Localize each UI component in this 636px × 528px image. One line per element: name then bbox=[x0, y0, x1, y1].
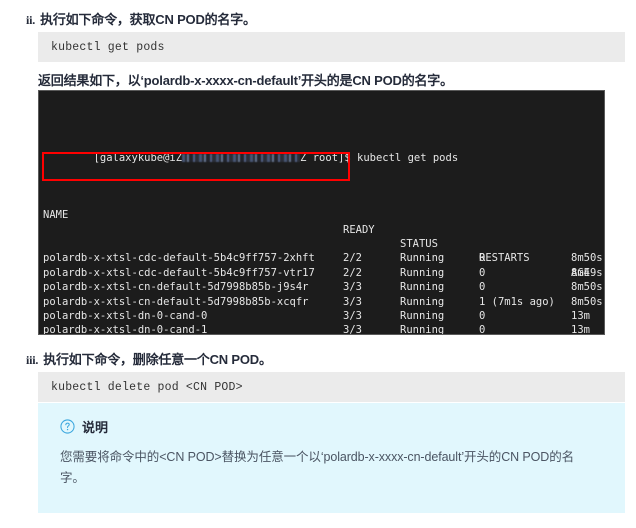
pod-status: Running bbox=[400, 252, 445, 265]
pod-ready: 2/2 bbox=[343, 252, 362, 265]
terminal-prompt-line: [galaxykube@iZ Z root]$ kubectl get pods bbox=[43, 136, 604, 164]
pod-ready: 3/3 bbox=[343, 281, 362, 294]
header-status: STATUS bbox=[400, 238, 438, 251]
step-marker-iii: iii. bbox=[26, 353, 39, 367]
code-block-delete-pod[interactable]: kubectl delete pod <CN POD> bbox=[38, 372, 625, 402]
pod-age: 8m49s bbox=[571, 266, 603, 279]
step-marker-ii: ii. bbox=[26, 13, 36, 27]
code-text-get-pods: kubectl get pods bbox=[51, 40, 165, 54]
note-box: 说明 您需要将命令中的<CN POD>替换为任意一个以‘polardb-x-xx… bbox=[38, 403, 625, 513]
pod-name: polardb-x-xtsl-cn-default-5d7998b85b-xcq… bbox=[43, 295, 309, 308]
code-block-get-pods[interactable]: kubectl get pods bbox=[38, 32, 625, 62]
terminal-pod-row: polardb-x-xtsl-dn-0-cand-1 3/3 Running 0 13m bbox=[43, 323, 604, 335]
pod-name: polardb-x-xtsl-cn-default-5d7998b85b-j9s… bbox=[43, 281, 309, 294]
pod-restarts: 0 bbox=[479, 252, 486, 265]
pod-status: Running bbox=[400, 295, 445, 308]
pod-ready: 3/3 bbox=[343, 324, 362, 335]
document-page: ii. 执行如下命令，获取CN POD的名字。 kubectl get pods… bbox=[0, 0, 636, 528]
pod-ready: 2/2 bbox=[343, 266, 362, 279]
terminal-pod-row: polardb-x-xtsl-dn-0-cand-0 3/3 Running 0 13m bbox=[43, 309, 604, 323]
pod-status: Running bbox=[400, 266, 445, 279]
pod-restarts: 1 (7m1s ago) bbox=[479, 295, 555, 308]
note-body-text: 您需要将命令中的<CN POD>替换为任意一个以‘polardb-x-xxxx-… bbox=[60, 450, 575, 485]
step-text-iii: 执行如下命令，删除任意一个CN POD。 bbox=[43, 352, 272, 367]
terminal-pod-row: polardb-x-xtsl-cdc-default-5b4c9ff757-vt… bbox=[43, 266, 604, 280]
pod-restarts: 0 bbox=[479, 324, 486, 335]
pod-name: polardb-x-xtsl-dn-0-cand-1 bbox=[43, 324, 208, 335]
pod-age: 8m50s bbox=[571, 295, 603, 308]
terminal-prompt-suffix: Z root]$ bbox=[300, 151, 357, 164]
terminal-pod-row: polardb-x-xtsl-cn-default-5d7998b85b-j9s… bbox=[43, 280, 604, 294]
result-description: 返回结果如下，以‘polardb-x-xxxx-cn-default’开头的是C… bbox=[38, 73, 453, 88]
pod-status: Running bbox=[400, 310, 445, 322]
terminal-pod-row: polardb-x-xtsl-cn-default-5d7998b85b-xcq… bbox=[43, 295, 604, 309]
redacted-hostname bbox=[182, 153, 301, 162]
header-name: NAME bbox=[43, 209, 69, 222]
step-text-ii: 执行如下命令，获取CN POD的名字。 bbox=[40, 12, 256, 27]
terminal-header-row: NAME READY STATUS RESTARTS AGE bbox=[43, 194, 604, 279]
terminal-output: [galaxykube@iZ Z root]$ kubectl get pods … bbox=[38, 90, 605, 335]
pod-age: 8m50s bbox=[571, 281, 603, 294]
terminal-pod-row: polardb-x-xtsl-cdc-default-5b4c9ff757-2x… bbox=[43, 251, 604, 265]
terminal-content: [galaxykube@iZ Z root]$ kubectl get pods … bbox=[39, 91, 604, 335]
pod-name: polardb-x-xtsl-dn-0-cand-0 bbox=[43, 310, 208, 322]
note-title-text: 说明 bbox=[82, 420, 109, 435]
pod-age: 13m bbox=[571, 310, 590, 322]
header-ready: READY bbox=[343, 223, 375, 236]
pod-restarts: 0 bbox=[479, 310, 486, 322]
pod-status: Running bbox=[400, 324, 445, 335]
pod-ready: 3/3 bbox=[343, 295, 362, 308]
code-text-delete-pod: kubectl delete pod <CN POD> bbox=[51, 380, 243, 394]
pod-name: polardb-x-xtsl-cdc-default-5b4c9ff757-vt… bbox=[43, 266, 315, 279]
pod-restarts: 0 bbox=[479, 266, 486, 279]
note-title-row: 说明 bbox=[60, 417, 603, 436]
terminal-prompt-command: kubectl get pods bbox=[357, 151, 459, 164]
pod-age: 13m bbox=[571, 324, 590, 335]
pod-ready: 3/3 bbox=[343, 310, 362, 322]
pod-status: Running bbox=[400, 281, 445, 294]
pod-age: 8m50s bbox=[571, 252, 603, 265]
pod-restarts: 0 bbox=[479, 281, 486, 294]
step-heading-iii: iii. 执行如下命令，删除任意一个CN POD。 bbox=[26, 349, 272, 368]
question-circle-icon bbox=[60, 419, 75, 434]
pod-name: polardb-x-xtsl-cdc-default-5b4c9ff757-2x… bbox=[43, 252, 315, 265]
step-heading-ii: ii. 执行如下命令，获取CN POD的名字。 bbox=[26, 9, 256, 28]
terminal-prompt-prefix: [galaxykube@iZ bbox=[93, 151, 183, 164]
terminal-rows: polardb-x-xtsl-cdc-default-5b4c9ff757-2x… bbox=[43, 251, 604, 335]
